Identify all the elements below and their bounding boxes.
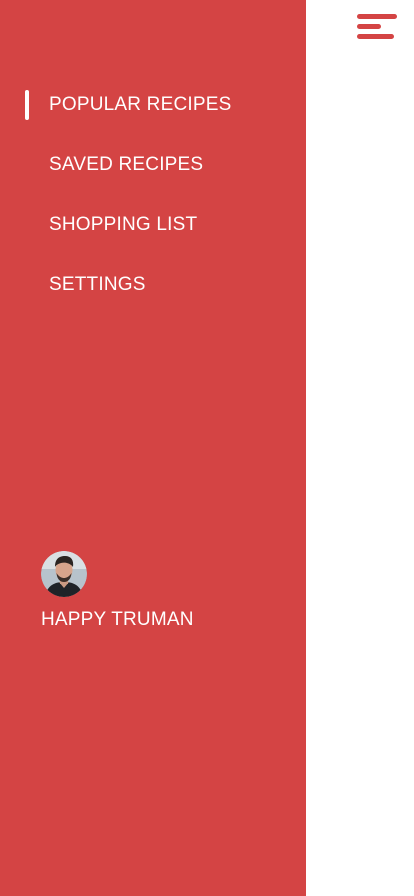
nav-item-popular-recipes[interactable]: POPULAR RECIPES bbox=[0, 90, 306, 120]
active-indicator bbox=[25, 90, 29, 120]
drawer-nav: POPULAR RECIPES SAVED RECIPES SHOPPING L… bbox=[0, 90, 306, 330]
user-profile[interactable]: HAPPY TRUMAN bbox=[41, 551, 193, 630]
menu-bar-bottom bbox=[357, 34, 394, 39]
nav-item-settings[interactable]: SETTINGS bbox=[0, 270, 306, 300]
nav-item-label: SAVED RECIPES bbox=[49, 154, 204, 175]
hamburger-menu-icon[interactable] bbox=[354, 12, 400, 46]
menu-bar-middle bbox=[357, 24, 381, 29]
avatar[interactable] bbox=[41, 551, 87, 597]
navigation-drawer: POPULAR RECIPES SAVED RECIPES SHOPPING L… bbox=[0, 0, 306, 896]
nav-item-label: SETTINGS bbox=[49, 274, 146, 295]
user-name: HAPPY TRUMAN bbox=[41, 609, 194, 630]
nav-item-label: SHOPPING LIST bbox=[49, 214, 198, 235]
app-screen: POPULAR RECIPES SAVED RECIPES SHOPPING L… bbox=[0, 0, 414, 896]
nav-item-shopping-list[interactable]: SHOPPING LIST bbox=[0, 210, 306, 240]
nav-item-saved-recipes[interactable]: SAVED RECIPES bbox=[0, 150, 306, 180]
menu-bar-top bbox=[357, 14, 397, 19]
nav-item-label: POPULAR RECIPES bbox=[49, 94, 232, 115]
